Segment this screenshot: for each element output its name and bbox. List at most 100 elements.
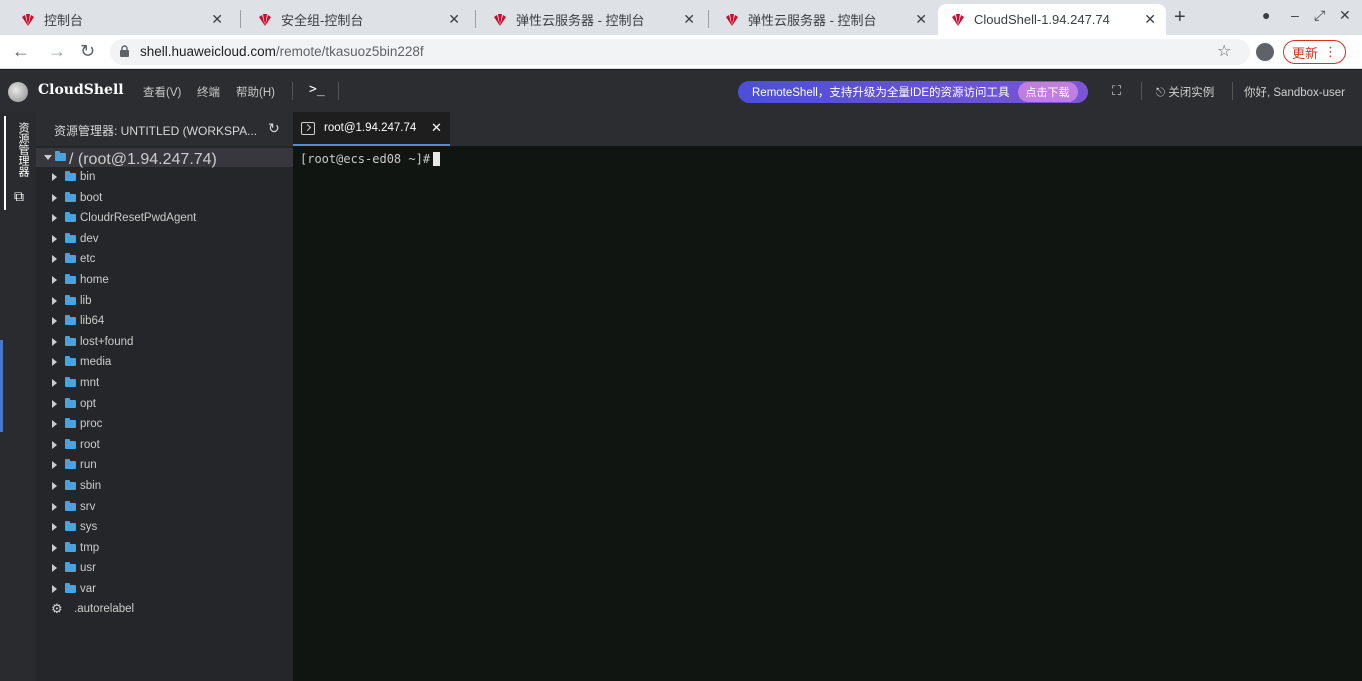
tree-folder-row[interactable]: bin bbox=[36, 168, 293, 188]
folder-icon bbox=[65, 500, 76, 511]
tree-folder-row[interactable]: mnt bbox=[36, 374, 293, 394]
tree-folder-row[interactable]: lib bbox=[36, 292, 293, 312]
fullscreen-icon[interactable]: ⛶ bbox=[1112, 83, 1121, 99]
tree-folder-row[interactable]: boot bbox=[36, 189, 293, 209]
browser-tab[interactable]: 弹性云服务器 - 控制台 ✕ bbox=[712, 4, 937, 35]
folder-icon bbox=[65, 397, 76, 408]
tab-divider bbox=[708, 10, 709, 28]
tree-root-row[interactable]: / (root@1.94.247.74) bbox=[36, 148, 293, 168]
terminal-line: [root@ecs-ed08 ~]# bbox=[300, 152, 441, 166]
chrome-menu-icon[interactable]: ● bbox=[1262, 7, 1270, 23]
explorer-panel: 资源管理器: UNTITLED (WORKSPA... ↻ / (root@1.… bbox=[36, 112, 293, 681]
folder-icon bbox=[65, 315, 76, 326]
huawei-logo-icon bbox=[22, 13, 34, 26]
tree-folder-row[interactable]: run bbox=[36, 456, 293, 476]
browser-tab[interactable]: 控制台 ✕ bbox=[8, 4, 233, 35]
close-instance-button[interactable]: ⎋ 关闭实例 bbox=[1156, 84, 1214, 100]
tree-folder-row[interactable]: opt bbox=[36, 395, 293, 415]
close-icon[interactable]: ✕ bbox=[211, 11, 223, 28]
terminal-tab-label: root@1.94.247.74 bbox=[324, 122, 417, 134]
close-instance-label: 关闭实例 bbox=[1168, 87, 1215, 99]
update-button[interactable]: 更新 ⋮ bbox=[1283, 40, 1347, 64]
refresh-icon[interactable]: ↻ bbox=[268, 120, 280, 137]
url-bar[interactable]: shell.huaweicloud.com/remote/tkasuoz5bin… bbox=[110, 39, 1250, 65]
tree-folder-row[interactable]: CloudrResetPwdAgent bbox=[36, 209, 293, 229]
tree-folder-label: sbin bbox=[80, 480, 102, 492]
browser-tab-title: 弹性云服务器 - 控制台 bbox=[516, 13, 645, 28]
lock-icon bbox=[120, 45, 129, 57]
terminal-tab[interactable]: root@1.94.247.74 ✕ bbox=[293, 112, 450, 146]
tree-folder-row[interactable]: etc bbox=[36, 250, 293, 270]
folder-icon bbox=[65, 480, 76, 490]
folder-icon bbox=[65, 459, 76, 470]
tree-folder-row[interactable]: usr bbox=[36, 559, 293, 579]
tree-folder-row[interactable]: media bbox=[36, 353, 293, 373]
folder-icon bbox=[65, 294, 76, 305]
browser-tab[interactable]: 弹性云服务器 - 控制台 ✕ bbox=[480, 4, 705, 35]
chevron-right-icon bbox=[52, 296, 57, 305]
menu-view[interactable]: 查看(V) bbox=[143, 84, 181, 100]
files-copy-icon: ⧉ bbox=[14, 188, 24, 204]
tree-folder-row[interactable]: sys bbox=[36, 518, 293, 538]
terminal-prompt-icon[interactable]: >_ bbox=[309, 82, 325, 97]
user-greeting[interactable]: 你好, Sandbox-user bbox=[1244, 84, 1345, 100]
tree-folder-label: boot bbox=[80, 191, 103, 204]
tree-folder-label: var bbox=[80, 583, 96, 595]
chevron-right-icon bbox=[52, 461, 57, 470]
header-divider bbox=[292, 82, 293, 100]
remoteshell-promo-banner[interactable]: RemoteShell，支持升级为全量IDE的资源访问工具 点击下载 bbox=[738, 81, 1088, 103]
folder-icon bbox=[65, 335, 76, 346]
chevron-right-icon bbox=[52, 276, 57, 284]
tree-folder-row[interactable]: lost+found bbox=[36, 333, 293, 353]
profile-avatar-icon[interactable] bbox=[1256, 43, 1274, 61]
menu-terminal[interactable]: 终端 bbox=[197, 84, 220, 100]
tree-folder-row[interactable]: dev bbox=[36, 230, 293, 250]
address-toolbar: ← → ↻ shell.huaweicloud.com/remote/tkasu… bbox=[0, 35, 1362, 69]
folder-icon bbox=[65, 191, 76, 202]
chevron-right-icon bbox=[52, 358, 57, 367]
close-icon[interactable]: ✕ bbox=[683, 11, 695, 28]
browser-tab-bar: 控制台 ✕ 安全组-控制台 ✕ 弹性云服务器 - 控制台 ✕ 弹性云服务器 - … bbox=[0, 0, 1362, 35]
folder-icon bbox=[65, 418, 76, 429]
tree-folder-label: usr bbox=[80, 562, 96, 575]
tree-folder-row[interactable]: sbin bbox=[36, 477, 293, 497]
folder-icon bbox=[65, 212, 76, 223]
promo-download-button[interactable]: 点击下载 bbox=[1017, 82, 1078, 102]
reload-icon[interactable]: ↻ bbox=[80, 41, 95, 62]
tree-folder-label: mnt bbox=[80, 377, 100, 389]
minimize-icon[interactable]: – bbox=[1291, 7, 1299, 23]
browser-tab-active[interactable]: CloudShell-1.94.247.74 ✕ bbox=[938, 4, 1166, 35]
folder-icon bbox=[65, 274, 76, 284]
tree-folder-row[interactable]: lib64 bbox=[36, 312, 293, 332]
new-tab-button[interactable]: + bbox=[1174, 6, 1186, 29]
cloudshell-header: CloudShell 查看(V) 终端 帮助(H) >_ RemoteShell… bbox=[0, 70, 1362, 112]
browser-tab-title: 控制台 bbox=[44, 13, 84, 28]
tree-folder-row[interactable]: home bbox=[36, 271, 293, 291]
bookmark-star-icon[interactable]: ☆ bbox=[1217, 41, 1231, 61]
tree-folder-row[interactable]: proc bbox=[36, 415, 293, 435]
restore-icon[interactable]: ⤢ bbox=[1314, 7, 1325, 24]
close-icon[interactable]: ✕ bbox=[448, 11, 460, 28]
forward-arrow-icon[interactable]: → bbox=[48, 41, 66, 62]
menu-help[interactable]: 帮助(H) bbox=[236, 84, 275, 100]
browser-tab[interactable]: 安全组-控制台 ✕ bbox=[245, 4, 470, 35]
tree-folder-row[interactable]: srv bbox=[36, 498, 293, 518]
promo-text: RemoteShell，支持升级为全量IDE的资源访问工具 bbox=[752, 87, 1010, 99]
back-arrow-icon[interactable]: ← bbox=[12, 41, 30, 62]
chevron-right-icon bbox=[52, 193, 57, 202]
terminal-pane[interactable]: [root@ecs-ed08 ~]# bbox=[293, 146, 1362, 681]
tree-folder-row[interactable]: tmp bbox=[36, 539, 293, 559]
chevron-right-icon bbox=[52, 523, 57, 532]
activity-explorer[interactable]: 资源管理器 ⧉ bbox=[4, 116, 30, 210]
huawei-logo-icon bbox=[259, 13, 271, 26]
tree-folder-row[interactable]: var bbox=[36, 580, 293, 600]
close-icon[interactable]: ✕ bbox=[1144, 11, 1156, 28]
window-close-icon[interactable]: ✕ bbox=[1339, 7, 1351, 24]
folder-icon bbox=[65, 562, 76, 573]
close-icon[interactable]: ✕ bbox=[915, 11, 927, 28]
close-icon[interactable]: ✕ bbox=[431, 120, 442, 136]
tree-folder-row[interactable]: root bbox=[36, 436, 293, 456]
tree-file-row[interactable]: ⚙ .autorelabel bbox=[36, 600, 293, 620]
chevron-right-icon bbox=[52, 543, 57, 552]
tree-folder-label: media bbox=[80, 356, 112, 369]
